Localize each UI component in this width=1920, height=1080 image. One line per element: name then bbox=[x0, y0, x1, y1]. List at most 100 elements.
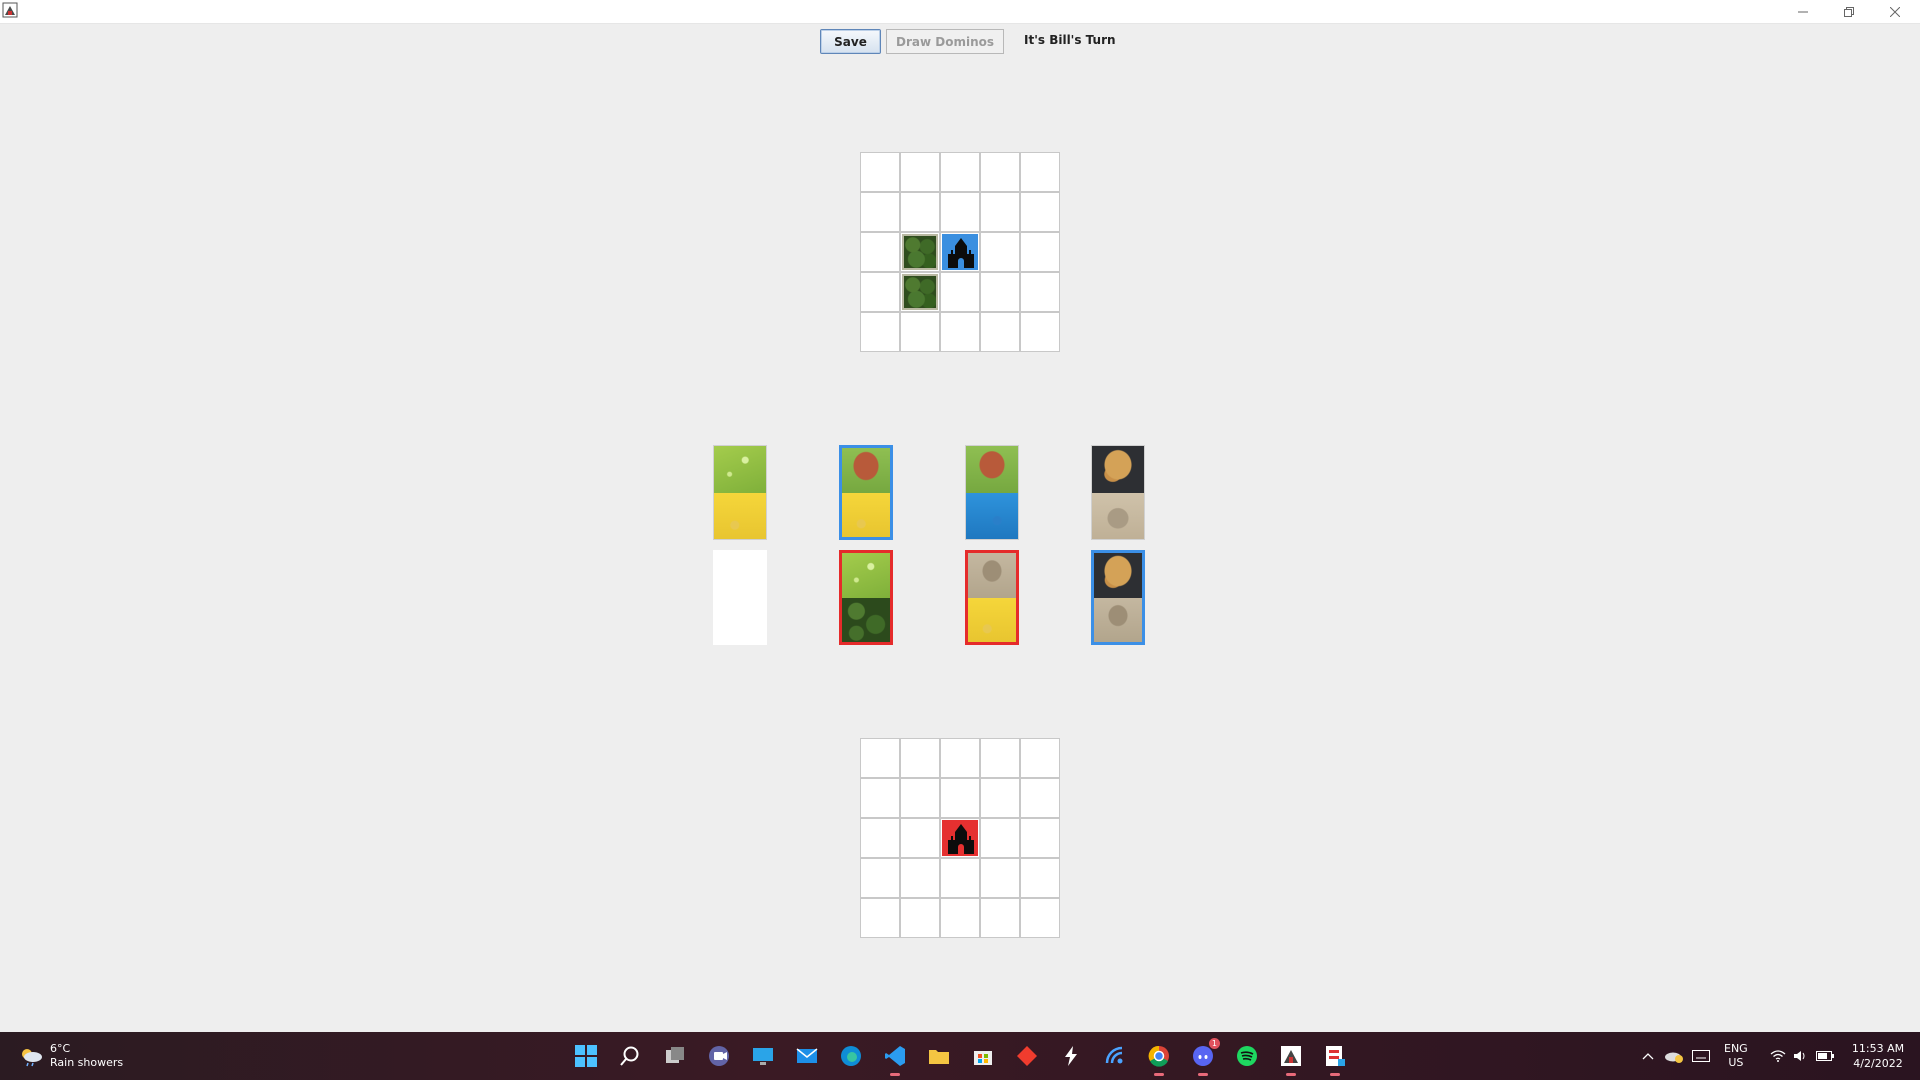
chrome-button[interactable] bbox=[1145, 1042, 1173, 1076]
board-cell-empty[interactable] bbox=[940, 272, 980, 312]
bolt-button[interactable] bbox=[1057, 1042, 1085, 1070]
game-app-button[interactable] bbox=[1321, 1042, 1349, 1076]
grass-half bbox=[714, 446, 766, 493]
board-cell-empty[interactable] bbox=[860, 738, 900, 778]
network-app-button[interactable] bbox=[1101, 1042, 1129, 1070]
board-cell-empty[interactable] bbox=[980, 272, 1020, 312]
domino-mine-rock[interactable] bbox=[1091, 550, 1145, 645]
board-cell-empty[interactable] bbox=[1020, 818, 1060, 858]
task-view-icon bbox=[666, 1047, 684, 1063]
board-cell-empty[interactable] bbox=[860, 778, 900, 818]
bolt-icon bbox=[1065, 1046, 1077, 1066]
spotify-button[interactable] bbox=[1233, 1042, 1261, 1070]
board-cell-empty[interactable] bbox=[860, 312, 900, 352]
board-cell-empty[interactable] bbox=[980, 232, 1020, 272]
board-cell-castle-blue[interactable] bbox=[940, 232, 980, 272]
board-cell-forest[interactable] bbox=[900, 232, 940, 272]
domino-mine-desert[interactable] bbox=[1091, 445, 1145, 540]
board-cell-empty[interactable] bbox=[900, 312, 940, 352]
board-cell-castle-red[interactable] bbox=[940, 818, 980, 858]
spotify-icon bbox=[1237, 1046, 1257, 1066]
board-cell-empty[interactable] bbox=[900, 192, 940, 232]
board-cell-empty[interactable] bbox=[900, 898, 940, 938]
domino-grass-wheat[interactable] bbox=[713, 445, 767, 540]
board-cell-empty[interactable] bbox=[1020, 152, 1060, 192]
desktop-button[interactable] bbox=[749, 1042, 777, 1070]
vscode-icon bbox=[885, 1046, 905, 1066]
domino-swamp-wheat[interactable] bbox=[839, 445, 893, 540]
board-cell-empty[interactable] bbox=[1020, 272, 1060, 312]
restore-button[interactable] bbox=[1826, 0, 1872, 23]
board-cell-empty[interactable] bbox=[860, 192, 900, 232]
board-cell-empty[interactable] bbox=[860, 152, 900, 192]
tray-battery[interactable] bbox=[1816, 1032, 1834, 1080]
board-cell-empty[interactable] bbox=[1020, 778, 1060, 818]
tray-onedrive[interactable] bbox=[1664, 1032, 1684, 1080]
board-cell-empty[interactable] bbox=[980, 778, 1020, 818]
board-cell-empty[interactable] bbox=[980, 192, 1020, 232]
git-button[interactable] bbox=[1013, 1042, 1041, 1070]
task-view-button[interactable] bbox=[661, 1042, 689, 1070]
java-app-button[interactable] bbox=[1277, 1042, 1305, 1076]
board-cell-empty[interactable] bbox=[900, 738, 940, 778]
board-cell-empty[interactable] bbox=[900, 858, 940, 898]
system-clock[interactable]: 11:53 AM 4/2/2022 bbox=[1848, 1032, 1908, 1080]
board-cell-empty[interactable] bbox=[980, 818, 1020, 858]
language-indicator[interactable]: ENG US bbox=[1724, 1032, 1748, 1080]
board-cell-empty[interactable] bbox=[860, 898, 900, 938]
board-cell-empty[interactable] bbox=[980, 152, 1020, 192]
board-cell-empty[interactable] bbox=[860, 232, 900, 272]
save-button[interactable]: Save bbox=[820, 29, 881, 54]
board-cell-empty[interactable] bbox=[1020, 192, 1060, 232]
board-cell-empty[interactable] bbox=[940, 152, 980, 192]
board-cell-empty[interactable] bbox=[1020, 312, 1060, 352]
wheat-half bbox=[842, 492, 890, 537]
weather-widget[interactable]: 6°C Rain showers bbox=[18, 1042, 123, 1070]
domino-swamp-water[interactable] bbox=[965, 445, 1019, 540]
tray-volume[interactable] bbox=[1793, 1032, 1807, 1080]
board-cell-empty[interactable] bbox=[940, 312, 980, 352]
tray-overflow-button[interactable] bbox=[1642, 1032, 1654, 1080]
board-cell-empty[interactable] bbox=[860, 858, 900, 898]
domino-rock-wheat[interactable] bbox=[965, 550, 1019, 645]
board-cell-empty[interactable] bbox=[860, 818, 900, 858]
edge-button[interactable] bbox=[837, 1042, 865, 1070]
start-button[interactable] bbox=[572, 1042, 600, 1070]
board-cell-empty[interactable] bbox=[940, 858, 980, 898]
file-explorer-button[interactable] bbox=[925, 1042, 953, 1070]
board-cell-empty[interactable] bbox=[900, 818, 940, 858]
board-cell-empty[interactable] bbox=[1020, 738, 1060, 778]
vscode-button[interactable] bbox=[881, 1042, 909, 1076]
board-cell-empty[interactable] bbox=[1020, 858, 1060, 898]
board-cell-empty[interactable] bbox=[860, 272, 900, 312]
mail-button[interactable] bbox=[793, 1042, 821, 1070]
domino-grass-forest[interactable] bbox=[839, 550, 893, 645]
board-cell-empty[interactable] bbox=[980, 858, 1020, 898]
tray-wifi[interactable] bbox=[1770, 1032, 1786, 1080]
discord-button[interactable]: 1 bbox=[1189, 1038, 1220, 1076]
board-cell-empty[interactable] bbox=[1020, 898, 1060, 938]
clock-time: 11:53 AM bbox=[1851, 1042, 1905, 1055]
board-cell-empty[interactable] bbox=[980, 738, 1020, 778]
board-cell-empty[interactable] bbox=[940, 738, 980, 778]
board-cell-empty[interactable] bbox=[900, 152, 940, 192]
board-cell-empty[interactable] bbox=[900, 778, 940, 818]
board-cell-forest[interactable] bbox=[900, 272, 940, 312]
mail-icon bbox=[796, 1048, 818, 1063]
teams-button[interactable] bbox=[705, 1042, 733, 1070]
close-button[interactable] bbox=[1872, 0, 1918, 23]
board-cell-empty[interactable] bbox=[940, 778, 980, 818]
search-button[interactable] bbox=[616, 1042, 644, 1070]
domino-slot-empty[interactable] bbox=[713, 550, 767, 645]
board-cell-empty[interactable] bbox=[940, 192, 980, 232]
onedrive-warning-icon bbox=[1665, 1052, 1683, 1063]
tray-keyboard[interactable] bbox=[1692, 1032, 1710, 1080]
minimize-button[interactable] bbox=[1780, 0, 1826, 23]
board-cell-empty[interactable] bbox=[1020, 232, 1060, 272]
swamp-half bbox=[966, 446, 1018, 493]
board-cell-empty[interactable] bbox=[980, 312, 1020, 352]
draw-dominos-button[interactable]: Draw Dominos bbox=[886, 29, 1004, 54]
store-button[interactable] bbox=[969, 1042, 997, 1070]
board-cell-empty[interactable] bbox=[980, 898, 1020, 938]
board-cell-empty[interactable] bbox=[940, 898, 980, 938]
